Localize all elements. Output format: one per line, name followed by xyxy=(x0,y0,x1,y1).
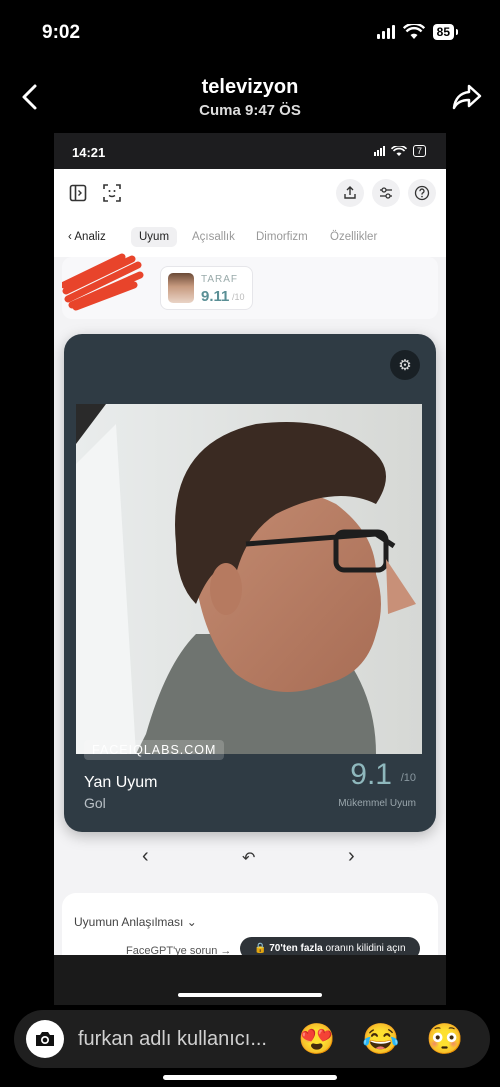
card-score: 9.1 xyxy=(350,758,392,791)
chip-label: TARAF xyxy=(201,274,239,285)
tab-analiz-back[interactable]: ‹ Analiz xyxy=(60,227,114,247)
tab-label: Analiz xyxy=(74,231,106,243)
cellular-signal-icon xyxy=(376,25,395,39)
camera-icon xyxy=(36,1032,54,1046)
home-indicator xyxy=(163,1075,337,1080)
brand-watermark: FACEIQLABS.COM xyxy=(84,740,225,760)
app-signal-icon xyxy=(373,146,385,156)
app-status-icons: 7 xyxy=(373,145,426,157)
camera-button[interactable] xyxy=(26,1020,64,1058)
status-time: 9:02 xyxy=(42,22,81,43)
next-chevron-icon[interactable]: › xyxy=(348,845,355,868)
story-reply-bar: furkan adlı kullanıcı... 😍 😂 😳 xyxy=(14,1010,490,1068)
app-toolbar xyxy=(54,169,446,217)
tab-ozellikler[interactable]: Özellikler xyxy=(322,227,385,247)
profile-photo xyxy=(76,404,422,754)
share-arrow-icon[interactable] xyxy=(450,80,484,114)
shared-screenshot: 14:21 7 ‹ Analiz Uyum Açısallık Dimorfiz… xyxy=(54,133,446,1005)
story-timestamp: Cuma 9:47 ÖS xyxy=(199,102,301,119)
tab-dimorfizm[interactable]: Dimorfizm xyxy=(248,227,316,247)
chip-score: 9.11 xyxy=(201,288,230,305)
card-subtitle: Gol xyxy=(84,795,106,811)
story-title: televizyon xyxy=(201,76,299,98)
undo-icon[interactable]: ↶ xyxy=(242,848,255,868)
card-navigation: ‹ ↶ › xyxy=(54,843,446,873)
unlock-text: oranın kilidini açın xyxy=(322,943,406,954)
help-icon[interactable] xyxy=(408,179,436,207)
reply-input[interactable]: furkan adlı kullanıcı... xyxy=(78,1028,267,1051)
face-scan-icon[interactable] xyxy=(98,179,126,207)
tab-uyum[interactable]: Uyum xyxy=(131,227,178,247)
tears-of-joy-emoji[interactable]: 😂 xyxy=(362,1022,399,1057)
card-score-unit: /10 xyxy=(400,772,416,784)
lock-icon: 🔒 xyxy=(254,943,270,954)
harmony-result-card: ⚙ FACEIQLABS.COM Yan Uyum Gol 9.1 /10 Mü… xyxy=(64,334,436,832)
status-icons: 85 xyxy=(376,24,459,40)
heart-eyes-emoji[interactable]: 😍 xyxy=(298,1022,335,1057)
red-scribble-redaction xyxy=(62,253,144,311)
app-bottom-bar xyxy=(54,955,446,1005)
understanding-label: Uyumun Anlaşılması xyxy=(74,915,184,929)
understanding-toggle[interactable]: Uyumun Anlaşılması ⌄ xyxy=(74,915,197,929)
card-rating: Mükemmel Uyum xyxy=(338,798,416,809)
settings-gear-icon[interactable]: ⚙ xyxy=(390,350,420,380)
side-score-chip[interactable]: TARAF 9.11 /10 xyxy=(160,266,253,310)
filter-sliders-icon[interactable] xyxy=(372,179,400,207)
wifi-icon xyxy=(402,24,425,39)
chevron-down-icon: ⌄ xyxy=(186,915,197,929)
tab-acisallik[interactable]: Açısallık xyxy=(184,227,243,247)
flushed-emoji[interactable]: 😳 xyxy=(426,1022,463,1057)
app-status-time: 14:21 xyxy=(72,145,106,160)
chip-unit: /10 xyxy=(232,292,245,302)
battery-indicator: 85 xyxy=(432,24,459,40)
unlock-count: 70'ten fazla xyxy=(269,943,323,954)
app-status-bar: 14:21 7 xyxy=(54,133,446,169)
sidebar-toggle-icon[interactable] xyxy=(64,179,92,207)
card-title: Yan Uyum xyxy=(84,774,158,791)
app-home-indicator xyxy=(178,993,322,997)
app-wifi-icon xyxy=(390,145,407,156)
export-icon[interactable] xyxy=(336,179,364,207)
app-battery: 7 xyxy=(412,145,426,157)
side-thumbnail xyxy=(168,273,194,303)
prev-chevron-icon[interactable]: ‹ xyxy=(142,845,149,868)
